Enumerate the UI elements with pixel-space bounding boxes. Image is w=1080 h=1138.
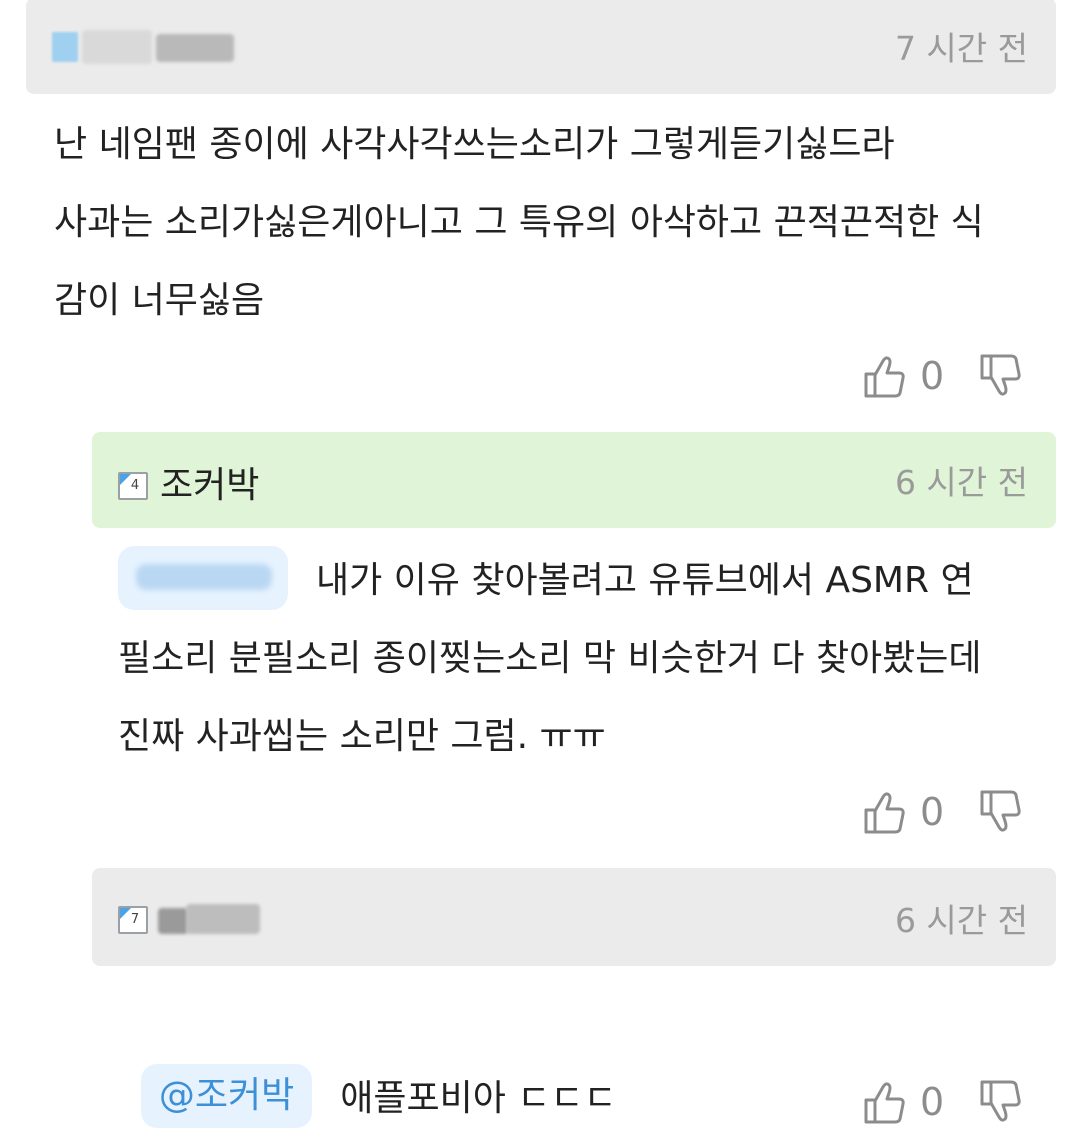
comment-text: 난 네임팬 종이에 사각사각쓰는소리가 그렇게듣기싫드라 사과는 소리가싫은게아… bbox=[54, 124, 984, 321]
comment-time: 7 시간 전 bbox=[894, 29, 1028, 68]
vote-bar: 0 bbox=[862, 788, 1026, 836]
vote-bar: 0 bbox=[862, 1078, 1026, 1126]
avatar-redacted bbox=[52, 30, 236, 64]
reply-time: 6 시간 전 bbox=[894, 463, 1028, 502]
like-count: 0 bbox=[920, 1080, 945, 1124]
level-badge-icon: 4 bbox=[118, 472, 148, 500]
thumbs-up-icon[interactable] bbox=[862, 352, 910, 400]
thumbs-down-icon[interactable] bbox=[978, 352, 1026, 400]
thumbs-down-icon[interactable] bbox=[978, 1078, 1026, 1126]
nickname-redacted bbox=[158, 902, 262, 936]
reply-text: 내가 이유 찾아볼려고 유튜브에서 ASMR 연 필소리 분필소리 종이찢는소리… bbox=[118, 560, 982, 757]
reply-text: 애플포비아 ㄷㄷㄷ bbox=[340, 1078, 617, 1119]
comment-header: 7 시간 전 bbox=[26, 0, 1056, 94]
mention-tag[interactable]: @조커박 bbox=[140, 1064, 313, 1128]
reply-header: 4 조커박 6 시간 전 bbox=[92, 432, 1056, 528]
level-badge-icon: 7 bbox=[118, 906, 148, 934]
thumbs-up-icon[interactable] bbox=[862, 1078, 910, 1126]
reply-nickname[interactable]: 조커박 bbox=[160, 456, 259, 508]
thumbs-up-icon[interactable] bbox=[862, 788, 910, 836]
reply-header: 7 6 시간 전 bbox=[92, 868, 1056, 966]
like-count: 0 bbox=[920, 354, 945, 398]
like-count: 0 bbox=[920, 790, 945, 834]
reply-time: 6 시간 전 bbox=[894, 901, 1028, 940]
thumbs-down-icon[interactable] bbox=[978, 788, 1026, 836]
vote-bar: 0 bbox=[862, 352, 1026, 400]
